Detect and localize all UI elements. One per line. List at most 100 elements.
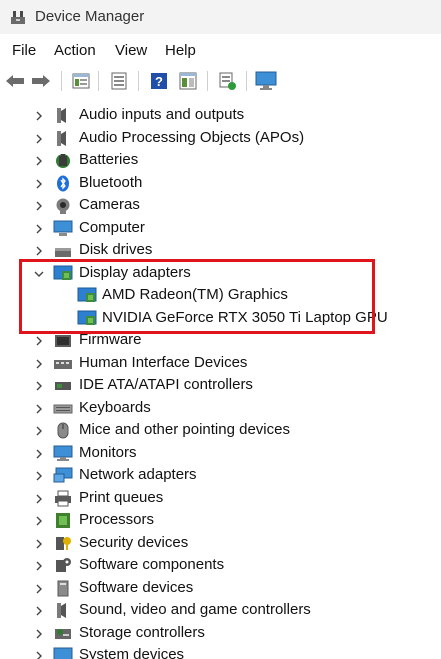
toolbar: ? (0, 66, 441, 97)
camera-icon (53, 197, 73, 214)
tree-category[interactable]: Software devices (0, 577, 441, 599)
chevron-right-icon[interactable] (33, 222, 45, 234)
tree-item-label: Firmware (79, 331, 142, 348)
tree-category[interactable]: Display adapters (0, 262, 441, 284)
tree-category[interactable]: Computer (0, 217, 441, 239)
tree-category[interactable]: Keyboards (0, 397, 441, 419)
chevron-right-icon[interactable] (33, 537, 45, 549)
chevron-right-icon[interactable] (33, 154, 45, 166)
tree-category[interactable]: Human Interface Devices (0, 352, 441, 374)
tree-item-label: Monitors (79, 443, 137, 461)
network-icon (53, 467, 73, 484)
tree-item-label: Bluetooth (79, 173, 143, 191)
tree-category[interactable]: System devices (0, 644, 441, 659)
chevron-right-icon[interactable] (33, 604, 45, 616)
menu-file[interactable]: File (12, 42, 36, 59)
tree-item-label: NVIDIA GeForce RTX 3050 Ti Laptop GPU (102, 308, 388, 326)
tree-item-label: Batteries (79, 151, 139, 168)
menu-view[interactable]: View (115, 42, 147, 59)
chevron-right-icon[interactable] (33, 402, 45, 414)
back-arrow-icon[interactable] (4, 70, 26, 92)
tree-category[interactable]: Security devices (0, 532, 441, 554)
properties-icon[interactable] (70, 70, 92, 92)
chevron-right-icon[interactable] (33, 469, 45, 481)
chevron-right-icon[interactable] (33, 109, 45, 121)
display-adapter-icon (77, 287, 97, 304)
view-icon[interactable] (177, 70, 199, 92)
tree-item-label: Mice and other pointing devices (79, 421, 290, 438)
chevron-right-icon[interactable] (33, 177, 45, 189)
tree-item-label: Audio Processing Objects (APOs) (79, 128, 305, 146)
tree-item-label: Human Interface Devices (79, 353, 248, 371)
scan-icon[interactable] (216, 70, 238, 92)
device-list-icon[interactable] (108, 70, 130, 92)
tree-category[interactable]: IDE ATA/ATAPI controllers (0, 374, 441, 396)
disk-icon (53, 242, 73, 259)
tree-item-label: Audio inputs and outputs (79, 106, 245, 123)
tree-category[interactable]: Monitors (0, 442, 441, 464)
keyboard-icon (53, 400, 73, 417)
computer-icon (53, 220, 73, 237)
chevron-right-icon[interactable] (33, 424, 45, 436)
window-title: Device Manager (35, 8, 145, 25)
ide-icon (53, 377, 73, 394)
speaker-icon (53, 130, 73, 147)
monitor-icon[interactable] (255, 70, 277, 92)
tree-item-label: Keyboards (79, 398, 151, 416)
display-adapter-icon (53, 265, 73, 282)
menu-action[interactable]: Action (54, 42, 96, 59)
tree-category[interactable]: Audio Processing Objects (APOs) (0, 127, 441, 149)
tree-child-item[interactable]: NVIDIA GeForce RTX 3050 Ti Laptop GPU (0, 307, 441, 329)
mouse-icon (53, 422, 73, 439)
tree-item-label: AMD Radeon(TM) Graphics (102, 286, 288, 303)
tree-category[interactable]: Bluetooth (0, 172, 441, 194)
toolbar-separator (246, 71, 247, 91)
chevron-right-icon[interactable] (33, 559, 45, 571)
chevron-right-icon[interactable] (33, 447, 45, 459)
chevron-right-icon[interactable] (33, 627, 45, 639)
chevron-down-icon[interactable] (33, 267, 45, 279)
tree-category[interactable]: Cameras (0, 194, 441, 216)
tree-category[interactable]: Storage controllers (0, 622, 441, 644)
tree-category[interactable]: Mice and other pointing devices (0, 419, 441, 441)
printer-icon (53, 490, 73, 507)
monitor-icon (53, 445, 73, 462)
speaker-icon (53, 602, 73, 619)
tree-category[interactable]: Firmware (0, 329, 441, 351)
display-adapter-icon (77, 310, 97, 327)
chevron-right-icon[interactable] (33, 132, 45, 144)
tree-child-item[interactable]: AMD Radeon(TM) Graphics (0, 284, 441, 306)
chevron-right-icon[interactable] (33, 357, 45, 369)
system-icon (53, 647, 73, 659)
tree-category[interactable]: Print queues (0, 487, 441, 509)
chevron-right-icon[interactable] (33, 379, 45, 391)
tree-category[interactable]: Network adapters (0, 464, 441, 486)
forward-arrow-icon[interactable] (30, 70, 52, 92)
tree-category[interactable]: Disk drives (0, 239, 441, 261)
tree-category[interactable]: Software components (0, 554, 441, 576)
menu-bar: File Action View Help (0, 34, 441, 66)
menu-help[interactable]: Help (165, 42, 196, 59)
chevron-right-icon[interactable] (33, 244, 45, 256)
software-device-icon (53, 580, 73, 597)
toolbar-separator (61, 71, 62, 91)
chevron-right-icon[interactable] (33, 514, 45, 526)
tree-category[interactable]: Batteries (0, 149, 441, 171)
tree-category[interactable]: Audio inputs and outputs (0, 104, 441, 126)
tree-item-label: System devices (79, 646, 185, 659)
hid-icon (53, 355, 73, 372)
tree-category[interactable]: Sound, video and game controllers (0, 599, 441, 621)
help-icon[interactable]: ? (148, 70, 170, 92)
chevron-right-icon[interactable] (33, 582, 45, 594)
tree-category[interactable]: Processors (0, 509, 441, 531)
chevron-right-icon[interactable] (33, 334, 45, 346)
tree-item-label: Network adapters (79, 466, 197, 483)
chevron-right-icon[interactable] (33, 199, 45, 211)
device-manager-icon (9, 8, 27, 26)
chevron-right-icon[interactable] (33, 492, 45, 504)
storage-icon (53, 625, 73, 642)
chevron-right-icon[interactable] (33, 649, 45, 659)
tree-item-label: Disk drives (79, 241, 153, 258)
tree-item-label: Processors (79, 511, 155, 528)
tree-item-label: Display adapters (79, 263, 191, 281)
